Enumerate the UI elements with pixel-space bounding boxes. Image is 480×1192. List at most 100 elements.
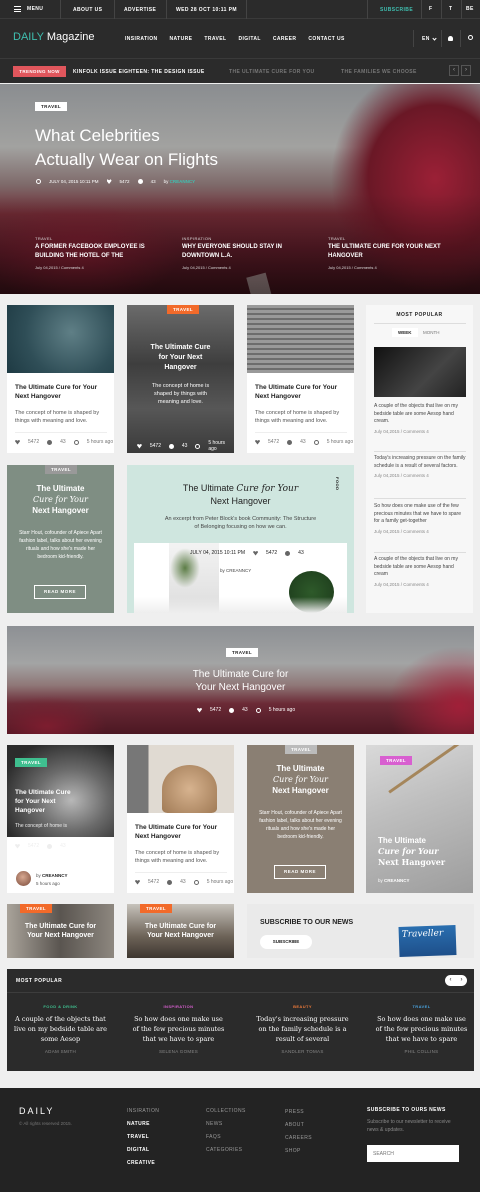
behance-icon[interactable]: Be [466,6,474,12]
top-bar: MENU ABOUT US ADVERTISE WED 28 OCT 10:11… [0,0,480,19]
read-more-button[interactable]: READ MORE [274,865,326,879]
card-desc: The concept of home is [15,823,67,829]
article-card[interactable]: The Ultimate Cure for Your Next Hangover… [127,745,234,893]
language-select[interactable]: EN [422,36,430,42]
article-card[interactable]: TRAVEL The Ultimate Cure for Your Next Han… [127,305,234,453]
hero-sub-item[interactable]: INSPIRATION WHY EVERYONE SHOULD STAY IN … [182,236,302,270]
nav-contact[interactable]: CONTACT US [308,36,344,42]
heart-icon [15,439,20,445]
trending-item[interactable]: THE FAMILIES WE CHOOSE [341,69,417,75]
menu-button[interactable]: MENU [14,6,43,12]
trending-item[interactable]: THE ULTIMATE CURE FOR YOU [229,69,315,75]
nav-nature[interactable]: NATURE [170,36,193,42]
card-title: The Ultimate Cure for Your Next Hangover [378,836,446,867]
footer-logo[interactable]: DAILY [19,1106,54,1116]
comment-icon [137,179,143,184]
nav-inspiration[interactable]: INSIRATION [125,36,158,42]
article-card[interactable]: TRAVEL The Ultimate Cure for Your Next Ha… [7,904,114,958]
heart-icon [253,550,259,556]
article-card[interactable]: TRAVEL The Ultimate Cure for Your Next Ha… [127,904,234,958]
footer-link[interactable]: SHOP [285,1145,312,1158]
category-tag[interactable]: TRAVEL [140,904,173,913]
feature-card[interactable]: The Ultimate Cure for Your Next Hangover… [127,465,354,613]
footer-link[interactable]: COLLECTIONS [206,1105,246,1118]
popular-item[interactable]: INSPIRATION So how does one make use of … [131,1004,226,1054]
subscribe-button[interactable]: SUBSCRIBE [260,935,312,949]
heart-icon [135,879,140,885]
category-tag[interactable]: TRAVEL [45,465,78,474]
nav-career[interactable]: CAREER [273,36,297,42]
nav-travel[interactable]: TRAVEL [204,36,226,42]
popular-item[interactable]: Today's increasing pressure on the famil… [374,455,466,478]
next-arrow-button[interactable]: › [456,975,467,986]
quote-card[interactable]: TRAVEL The Ultimate Cure for Your Next H… [7,465,114,613]
quote-card[interactable]: TRAVEL The Ultimate Cure for Your Next H… [247,745,354,893]
popular-item[interactable]: BEAUTY Today's increasing pressure on th… [255,1004,350,1054]
article-card[interactable]: The Ultimate Cure for Your Next Hangover… [247,305,354,453]
read-more-button[interactable]: READ MORE [34,585,86,599]
article-card[interactable]: TRAVEL The Ultimate Cure for Your Next Han… [366,745,473,893]
hero-title[interactable]: What Celebrities Actually Wear on Flight… [35,124,218,172]
footer-link[interactable]: TRAVEL [127,1131,159,1144]
footer-link[interactable]: FAQS [206,1131,246,1144]
category-tag[interactable]: TRAVEL [20,904,53,913]
article-card[interactable]: TRAVEL The Ultimate Cure for Your Next Han… [7,745,114,893]
site-logo[interactable]: DAILY Magazine [13,31,95,43]
footer-link[interactable]: NEWS [206,1118,246,1131]
popular-item[interactable]: FOOD & DRINK A couple of the objects tha… [13,1004,108,1054]
hero-section[interactable]: TRAVEL What Celebrities Actually Wear on… [0,84,480,294]
nav-digital[interactable]: DIGITAL [238,36,260,42]
author-info: by CREANNCY 5 hours ago [36,873,68,886]
comment-icon [287,439,293,445]
category-tag[interactable]: TRAVEL [167,305,200,314]
comment-icon [285,550,291,556]
popular-item[interactable]: So how does one make use of the few prec… [374,503,466,534]
footer-search-input[interactable] [367,1145,459,1162]
footer-col-1: INSIRATION NATURE TRAVEL DIGITAL CREATIV… [127,1105,159,1170]
tab-month[interactable]: MONTH [419,328,444,337]
twitter-icon[interactable]: t [449,6,452,12]
facebook-icon[interactable]: f [429,6,432,12]
footer-link[interactable]: CAREERS [285,1132,312,1145]
card-title: The Ultimate Cure for Your Next Hangover [144,923,217,939]
category-tag[interactable]: TRAVEL [285,745,318,754]
hero-sub-item[interactable]: TRAVEL THE ULTIMATE CURE FOR YOUR NEXT H… [328,236,448,270]
category-tag[interactable]: TRAVEL [15,758,48,767]
footer-link[interactable]: ABOUT [285,1119,312,1132]
heart-icon [255,439,260,445]
advertise-link[interactable]: ADVERTISE [124,7,156,13]
avatar[interactable] [16,871,31,886]
hero-sub-item[interactable]: TRAVEL A FORMER FACEBOOK EMPLOYEE IS BUI… [35,236,160,270]
subscribe-link[interactable]: SUBSCRIBE [380,7,413,13]
article-card[interactable]: The Ultimate Cure for Your Next Hangover… [7,305,114,453]
footer-link[interactable]: DIGITAL [127,1144,159,1157]
footer-link[interactable]: NATURE [127,1118,159,1131]
clock-icon [73,439,79,445]
feature-meta: JULY 04, 2015 10:11 PM 5472 43 [190,550,304,556]
category-tag[interactable]: TRAVEL [380,756,413,765]
popular-item[interactable]: TRAVEL So how does one make use of the f… [374,1004,469,1054]
prev-arrow-button[interactable]: ‹ [445,975,456,986]
footer-link[interactable]: PRESS [285,1106,312,1119]
search-icon[interactable] [468,35,473,40]
footer-link[interactable]: CATEGORIES [206,1144,246,1157]
banner-section[interactable]: TRAVEL The Ultimate Cure for Your Next Ha… [7,626,474,734]
next-arrow-button[interactable]: › [461,65,471,76]
prev-arrow-button[interactable]: ‹ [449,65,459,76]
tab-week[interactable]: WEEK [392,328,418,337]
footer-link[interactable]: CREATIVE [127,1157,159,1170]
popular-item[interactable]: A couple of the objects that live on my … [374,556,466,587]
footer-col-3: PRESS ABOUT CAREERS SHOP [285,1106,312,1158]
popular-item[interactable]: A couple of the objects that live on my … [374,403,466,434]
banner-tag[interactable]: TRAVEL [226,648,259,657]
hero-tag[interactable]: TRAVEL [35,102,68,111]
trending-item[interactable]: KINFOLK ISSUE EIGHTEEN: THE DESIGN ISSUE [73,69,205,75]
about-link[interactable]: ABOUT US [73,7,102,13]
footer-copyright: © All rights reserved 2015. [19,1121,72,1126]
footer-link[interactable]: INSIRATION [127,1105,159,1118]
user-icon[interactable] [448,36,453,41]
card-title: The Ultimate Cure for Your Next Hangover [255,384,338,400]
category-tag[interactable]: FOOD [335,477,340,491]
heart-icon [197,707,202,713]
trending-label: TRENDING NOW [13,66,66,77]
